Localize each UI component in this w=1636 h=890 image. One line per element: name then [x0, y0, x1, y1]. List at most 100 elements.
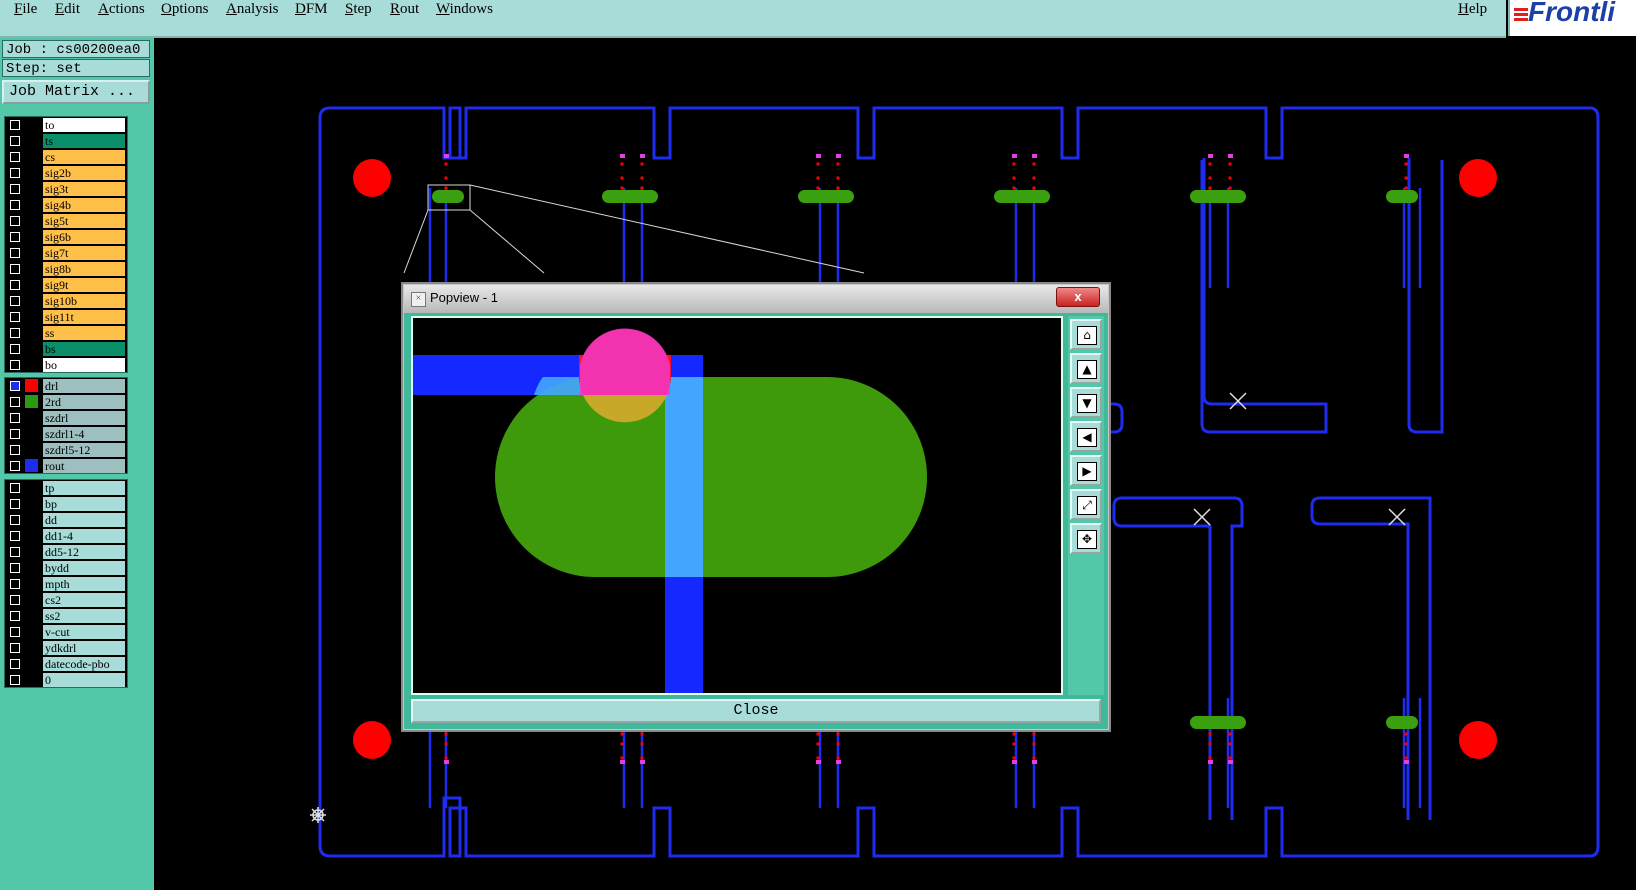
zoom-fit-button[interactable]: ⤢	[1070, 489, 1102, 520]
close-button[interactable]: Close	[411, 699, 1101, 723]
layer-checkbox[interactable]	[10, 296, 20, 306]
logo-text: Frontli	[1528, 0, 1616, 27]
zoom-page-button[interactable]: ✥	[1070, 523, 1102, 554]
layer-checkbox[interactable]	[10, 445, 20, 455]
menu-file[interactable]: File	[14, 1, 37, 18]
layer-checkbox[interactable]	[10, 312, 20, 322]
pan-down-button[interactable]: ▼	[1070, 387, 1102, 418]
pan-left-button[interactable]: ◀	[1070, 421, 1102, 452]
layer-checkbox[interactable]	[10, 248, 20, 258]
zoom-home-button[interactable]: ⌂	[1070, 319, 1102, 350]
layer-row-cs2[interactable]: cs2	[5, 592, 127, 608]
pad-marker	[836, 154, 841, 158]
layer-checkbox[interactable]	[10, 397, 20, 407]
tooling-hole	[1459, 721, 1497, 759]
layer-row-0[interactable]: 0	[5, 672, 127, 688]
layer-row-szdrl[interactable]: szdrl	[5, 410, 127, 426]
layer-checkbox[interactable]	[10, 643, 20, 653]
layer-row-dd1-4[interactable]: dd1-4	[5, 528, 127, 544]
layer-row-sig5t[interactable]: sig5t	[5, 213, 127, 229]
layer-row-ydkdrl[interactable]: ydkdrl	[5, 640, 127, 656]
menu-step[interactable]: Step	[345, 1, 372, 18]
layer-row-rout[interactable]: rout	[5, 458, 127, 474]
layer-row-bo[interactable]: bo	[5, 357, 127, 373]
menu-windows[interactable]: Windows	[436, 1, 493, 18]
layer-row-drl[interactable]: drl	[5, 378, 127, 394]
layer-checkbox[interactable]	[10, 547, 20, 557]
layer-checkbox[interactable]	[10, 563, 20, 573]
layer-row-sig2b[interactable]: sig2b	[5, 165, 127, 181]
layer-checkbox[interactable]	[10, 627, 20, 637]
layer-row-sig8b[interactable]: sig8b	[5, 261, 127, 277]
layer-row-ts[interactable]: ts	[5, 133, 127, 149]
layer-row-ss2[interactable]: ss2	[5, 608, 127, 624]
pad-marker	[1032, 760, 1037, 764]
layer-checkbox[interactable]	[10, 499, 20, 509]
mouse-bite-dot	[640, 742, 644, 746]
layer-checkbox[interactable]	[10, 413, 20, 423]
layer-name: bp	[43, 497, 125, 511]
layer-checkbox[interactable]	[10, 659, 20, 669]
layer-checkbox[interactable]	[10, 328, 20, 338]
layer-checkbox[interactable]	[10, 200, 20, 210]
layer-checkbox[interactable]	[10, 136, 20, 146]
menu-rout[interactable]: Rout	[390, 1, 419, 18]
layer-checkbox[interactable]	[10, 595, 20, 605]
popview-titlebar[interactable]: × Popview - 1 x	[404, 285, 1108, 313]
layer-checkbox[interactable]	[10, 531, 20, 541]
layer-row-dd5-12[interactable]: dd5-12	[5, 544, 127, 560]
menu-dfm[interactable]: DFM	[295, 1, 328, 18]
layer-checkbox[interactable]	[10, 344, 20, 354]
layer-checkbox[interactable]	[10, 280, 20, 290]
layer-checkbox[interactable]	[10, 232, 20, 242]
layer-row-ss[interactable]: ss	[5, 325, 127, 341]
window-close-button[interactable]: x	[1056, 287, 1100, 307]
pan-up-button[interactable]: ▲	[1070, 353, 1102, 384]
layer-row-szdrl5-12[interactable]: szdrl5-12	[5, 442, 127, 458]
layer-row-bydd[interactable]: bydd	[5, 560, 127, 576]
layer-row-bs[interactable]: bs	[5, 341, 127, 357]
pan-right-button[interactable]: ▶	[1070, 455, 1102, 486]
menu-help[interactable]: Help	[1458, 1, 1487, 18]
layer-row-tp[interactable]: tp	[5, 480, 127, 496]
layer-checkbox[interactable]	[10, 579, 20, 589]
layer-checkbox[interactable]	[10, 675, 20, 685]
layer-checkbox[interactable]	[10, 216, 20, 226]
layer-row-to[interactable]: to	[5, 117, 127, 133]
layer-row-cs[interactable]: cs	[5, 149, 127, 165]
layer-row-sig4b[interactable]: sig4b	[5, 197, 127, 213]
menu-edit[interactable]: Edit	[55, 1, 80, 18]
layer-checkbox[interactable]	[10, 168, 20, 178]
popview-viewport[interactable]	[411, 316, 1063, 695]
layer-checkbox[interactable]	[10, 264, 20, 274]
layer-row-dd[interactable]: dd	[5, 512, 127, 528]
job-matrix-button[interactable]: Job Matrix ...	[2, 80, 150, 104]
layer-row-sig3t[interactable]: sig3t	[5, 181, 127, 197]
layer-row-sig7t[interactable]: sig7t	[5, 245, 127, 261]
layer-row-v-cut[interactable]: v-cut	[5, 624, 127, 640]
layer-checkbox[interactable]	[10, 611, 20, 621]
layer-checkbox[interactable]	[10, 152, 20, 162]
layer-checkbox[interactable]	[10, 429, 20, 439]
layer-row-2rd[interactable]: 2rd	[5, 394, 127, 410]
layer-checkbox[interactable]	[10, 360, 20, 370]
layer-checkbox[interactable]	[10, 184, 20, 194]
menu-options[interactable]: Options	[161, 1, 209, 18]
menu-analysis[interactable]: Analysis	[226, 1, 279, 18]
menu-actions[interactable]: Actions	[98, 1, 145, 18]
job-label: Job : cs00200ea0	[2, 40, 150, 58]
layer-checkbox[interactable]	[10, 120, 20, 130]
layer-row-sig10b[interactable]: sig10b	[5, 293, 127, 309]
layer-row-szdrl1-4[interactable]: szdrl1-4	[5, 426, 127, 442]
layer-row-bp[interactable]: bp	[5, 496, 127, 512]
layer-checkbox[interactable]	[10, 515, 20, 525]
layer-checkbox[interactable]	[10, 381, 20, 391]
layer-row-sig9t[interactable]: sig9t	[5, 277, 127, 293]
layer-row-mpth[interactable]: mpth	[5, 576, 127, 592]
layer-row-sig6b[interactable]: sig6b	[5, 229, 127, 245]
mouse-bite-dot	[1208, 756, 1212, 760]
layer-checkbox[interactable]	[10, 483, 20, 493]
layer-checkbox[interactable]	[10, 461, 20, 471]
layer-row-sig11t[interactable]: sig11t	[5, 309, 127, 325]
layer-row-datecode-pbo[interactable]: datecode-pbo	[5, 656, 127, 672]
